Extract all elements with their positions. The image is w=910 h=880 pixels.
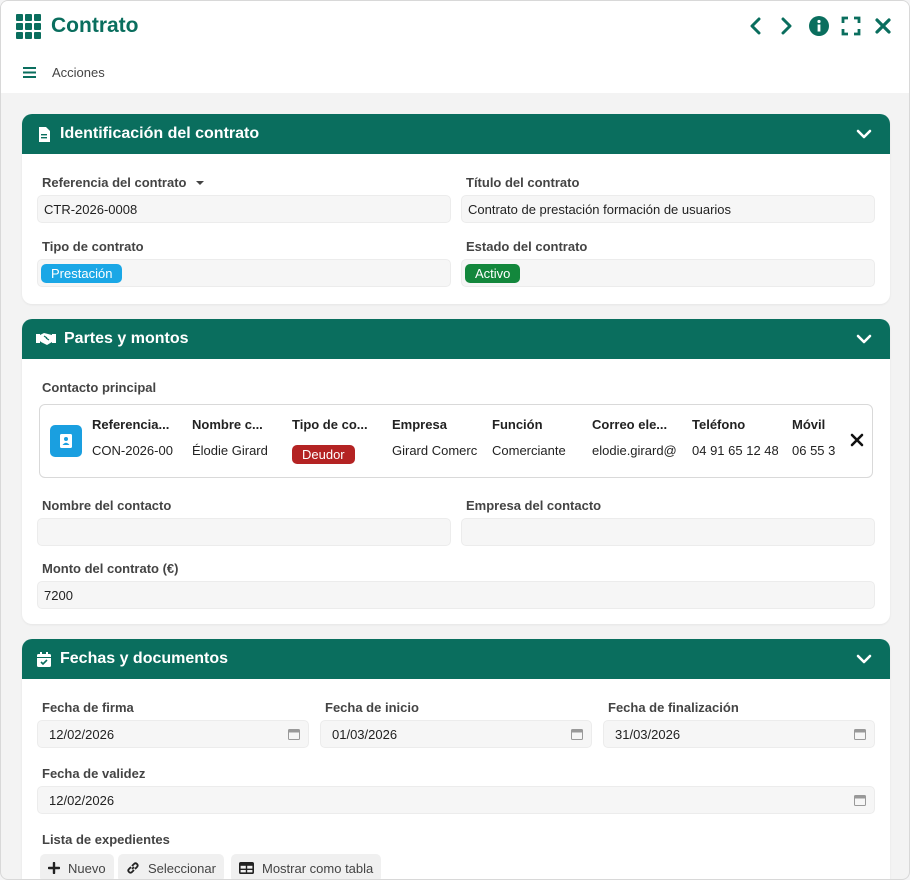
chevron-down-icon[interactable]: [856, 331, 872, 347]
window-controls: [745, 15, 893, 37]
remove-contact-icon[interactable]: [850, 433, 864, 447]
contact-name-field[interactable]: [37, 518, 451, 546]
info-button[interactable]: [809, 15, 829, 37]
status-field[interactable]: Activo: [461, 259, 875, 287]
chevron-left-icon: [750, 17, 761, 35]
reference-label: Referencia del contrato: [42, 175, 205, 190]
section-parties: Partes y montos Contacto principal Refer…: [22, 319, 890, 624]
section-dates: Fechas y documentos Fecha de firma 12/02…: [22, 639, 890, 879]
plus-icon: [48, 862, 60, 874]
files-list-label: Lista de expedientes: [42, 832, 170, 847]
contract-window: Contrato Acciones Identificación del con…: [0, 0, 910, 880]
section-identification-header[interactable]: Identificación del contrato: [22, 114, 890, 154]
validity-date-label: Fecha de validez: [42, 766, 146, 781]
title-field[interactable]: Contrato de prestación formación de usua…: [461, 195, 875, 223]
chevron-down-icon[interactable]: [856, 651, 872, 667]
section-title: Identificación del contrato: [60, 125, 260, 142]
calendar-check-icon: [36, 651, 52, 667]
section-parties-header[interactable]: Partes y montos: [22, 319, 890, 359]
type-field[interactable]: Prestación: [37, 259, 451, 287]
previous-button[interactable]: [745, 15, 765, 37]
type-badge: Prestación: [41, 263, 123, 283]
contact-company-label: Empresa del contacto: [466, 498, 602, 513]
amount-label: Monto del contrato (€): [42, 561, 179, 576]
validity-date-input[interactable]: 12/02/2026: [37, 786, 875, 814]
title-label: Título del contrato: [466, 175, 580, 190]
expand-button[interactable]: [841, 15, 861, 37]
chevron-down-icon[interactable]: [856, 126, 872, 142]
contact-name-label: Nombre del contacto: [42, 498, 172, 513]
status-badge: Activo: [465, 263, 521, 283]
hamburger-icon: [23, 67, 36, 78]
status-label: Estado del contrato: [466, 239, 588, 254]
contact-card-icon: [50, 425, 82, 457]
close-button[interactable]: [873, 15, 893, 37]
select-file-button[interactable]: Seleccionar: [118, 854, 224, 879]
section-title: Partes y montos: [64, 330, 189, 347]
close-icon: [875, 18, 891, 34]
calendar-icon[interactable]: [571, 728, 583, 740]
contact-company-field[interactable]: [461, 518, 875, 546]
link-icon: [127, 862, 139, 874]
reference-field[interactable]: CTR-2026-0008: [37, 195, 451, 223]
apps-grid-icon[interactable]: [16, 14, 41, 39]
app-title: Contrato: [16, 14, 139, 39]
start-date-input[interactable]: 01/03/2026: [320, 720, 592, 748]
signature-date-input[interactable]: 12/02/2026: [37, 720, 309, 748]
table-icon: [239, 862, 254, 874]
end-date-input[interactable]: 31/03/2026: [603, 720, 875, 748]
chevron-right-icon: [781, 17, 792, 35]
signature-date-label: Fecha de firma: [42, 700, 134, 715]
expand-icon: [841, 16, 861, 36]
info-icon: [809, 16, 829, 36]
next-button[interactable]: [777, 15, 797, 37]
debtor-badge: Deudor: [292, 445, 355, 464]
type-label: Tipo de contrato: [42, 239, 144, 254]
amount-field[interactable]: 7200: [37, 581, 875, 609]
handshake-icon: [36, 331, 56, 347]
calendar-icon[interactable]: [288, 728, 300, 740]
start-date-label: Fecha de inicio: [325, 700, 419, 715]
page-title: Contrato: [51, 14, 139, 37]
actions-label: Acciones: [52, 65, 105, 80]
show-as-table-button[interactable]: Mostrar como tabla: [231, 854, 382, 879]
actions-menu[interactable]: Acciones: [23, 65, 105, 80]
section-identification: Identificación del contrato Referencia d…: [22, 114, 890, 304]
calendar-icon[interactable]: [854, 728, 866, 740]
document-icon: [36, 126, 52, 142]
end-date-label: Fecha de finalización: [608, 700, 739, 715]
primary-contact-label: Contacto principal: [42, 380, 157, 395]
section-title: Fechas y documentos: [60, 650, 229, 667]
sort-caret-icon[interactable]: [195, 179, 205, 187]
primary-contact-card[interactable]: Referencia... CON-2026-00 Nombre c... Él…: [39, 404, 873, 478]
new-file-button[interactable]: Nuevo: [40, 854, 114, 879]
calendar-icon[interactable]: [854, 794, 866, 806]
top-bar: Contrato Acciones: [1, 1, 909, 93]
section-dates-header[interactable]: Fechas y documentos: [22, 639, 890, 679]
